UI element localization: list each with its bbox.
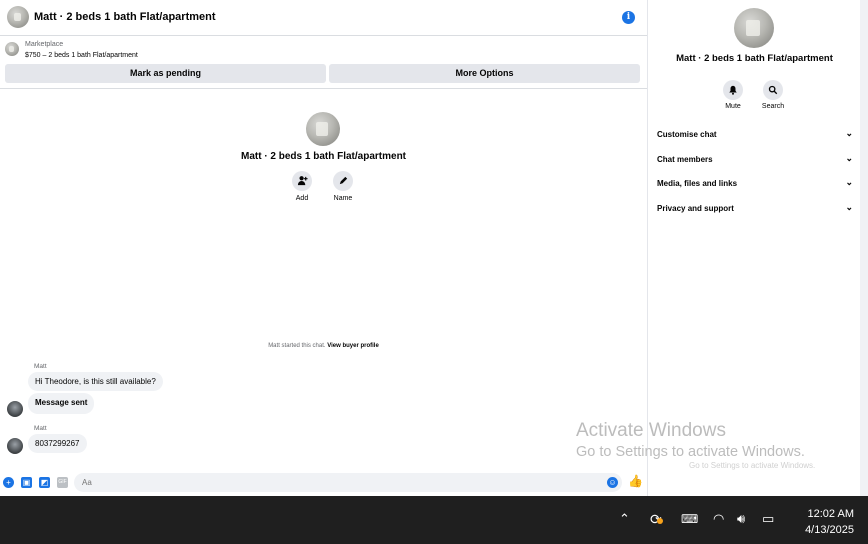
add-people-button[interactable] [292, 171, 312, 191]
more-options-button[interactable]: More Options [329, 64, 640, 83]
message-sender: Matt [34, 363, 47, 370]
add-person-icon [297, 176, 308, 186]
section-privacy-support[interactable]: Privacy and support ⌄ [657, 202, 853, 218]
chevron-down-icon: ⌄ [845, 128, 853, 138]
search-icon [768, 85, 778, 95]
message-bubble[interactable]: 8037299267 [28, 434, 87, 453]
taskbar: ⌃ ⟳ ⌨ ◠ 🔊︎ ▭ 12:02 AM 4/13/2025 [0, 496, 868, 544]
conversation-title: Matt · 2 beds 1 bath Flat/apartment [240, 151, 407, 162]
chat-avatar[interactable] [7, 6, 29, 28]
pencil-icon [339, 176, 347, 185]
name-chat-button[interactable] [333, 171, 353, 191]
chevron-up-icon[interactable]: ⌃ [619, 512, 630, 527]
volume-icon[interactable]: 🔊︎ [737, 512, 745, 527]
activation-watermark-ghost: Go to Settings to activate Windows. [689, 461, 816, 470]
chevron-down-icon: ⌄ [845, 153, 853, 163]
chat-header: Matt · 2 beds 1 bath Flat/apartment i [0, 0, 647, 36]
message-bubble[interactable]: Hi Theodore, is this still available? [28, 372, 163, 391]
details-title: Matt · 2 beds 1 bath Flat/apartment [676, 53, 833, 64]
mute-label: Mute [725, 103, 741, 110]
thumbs-up-icon[interactable]: 👍 [628, 475, 643, 487]
scrollbar[interactable] [860, 0, 868, 496]
section-label: Customise chat [657, 130, 717, 139]
search-label: Search [761, 103, 785, 110]
gif-icon[interactable]: GIF [57, 477, 68, 488]
message-sender: Matt [34, 425, 47, 432]
message-bubble[interactable]: Message sent [28, 393, 95, 414]
section-chat-members[interactable]: Chat members ⌄ [657, 153, 853, 169]
mute-button[interactable] [723, 80, 743, 100]
listing-summary[interactable]: $750 – 2 beds 1 bath Flat/apartment [25, 52, 138, 59]
bell-icon [729, 85, 737, 95]
view-buyer-profile-link[interactable]: View buyer profile [327, 343, 379, 349]
plus-icon[interactable]: + [3, 477, 14, 488]
section-label: Privacy and support [657, 204, 734, 213]
section-media-files-links[interactable]: Media, files and links ⌄ [657, 177, 853, 193]
activation-watermark-text: Go to Settings to activate Windows. [576, 444, 805, 460]
chat-started-note: Matt started this chat. View buyer profi… [0, 343, 647, 349]
clock-time: 12:02 AM [807, 508, 854, 520]
emoji-icon[interactable]: ☺ [607, 477, 618, 488]
search-button[interactable] [763, 80, 783, 100]
chat-started-text: Matt started this chat. [268, 343, 326, 349]
keyboard-icon[interactable]: ⌨ [681, 512, 698, 526]
conversation-avatar [306, 112, 340, 146]
sync-icon[interactable]: ⟳ [650, 512, 663, 528]
chat-title[interactable]: Matt · 2 beds 1 bath Flat/apartment [34, 11, 216, 23]
system-clock[interactable]: 12:02 AM 4/13/2025 [790, 506, 854, 538]
chevron-down-icon: ⌄ [845, 202, 853, 212]
marketplace-banner: Marketplace $750 – 2 beds 1 bath Flat/ap… [0, 37, 647, 89]
name-label: Name [333, 195, 353, 202]
sender-avatar[interactable] [7, 438, 23, 454]
listing-thumbnail[interactable] [5, 42, 19, 56]
section-label: Media, files and links [657, 179, 738, 188]
clock-date: 4/13/2025 [805, 524, 854, 536]
info-icon[interactable]: i [622, 11, 635, 24]
sender-avatar[interactable] [7, 401, 23, 417]
sticker-icon[interactable]: ◩ [39, 477, 50, 488]
section-label: Chat members [657, 155, 713, 164]
marketplace-label: Marketplace [25, 41, 64, 48]
battery-icon[interactable]: ▭ [762, 512, 774, 527]
photo-icon[interactable]: ▣ [21, 477, 32, 488]
mark-pending-button[interactable]: Mark as pending [5, 64, 326, 83]
details-avatar [734, 8, 774, 48]
message-composer: + ▣ ◩ GIF ☺ 👍 [0, 472, 647, 494]
message-input[interactable] [74, 473, 622, 492]
chevron-down-icon: ⌄ [845, 177, 853, 187]
wifi-icon[interactable]: ◠ [713, 512, 724, 527]
add-label: Add [295, 195, 309, 202]
activation-watermark-title: Activate Windows [576, 420, 726, 441]
chat-pane: Matt · 2 beds 1 bath Flat/apartment i Ma… [0, 0, 647, 496]
section-customise-chat[interactable]: Customise chat ⌄ [657, 128, 853, 144]
